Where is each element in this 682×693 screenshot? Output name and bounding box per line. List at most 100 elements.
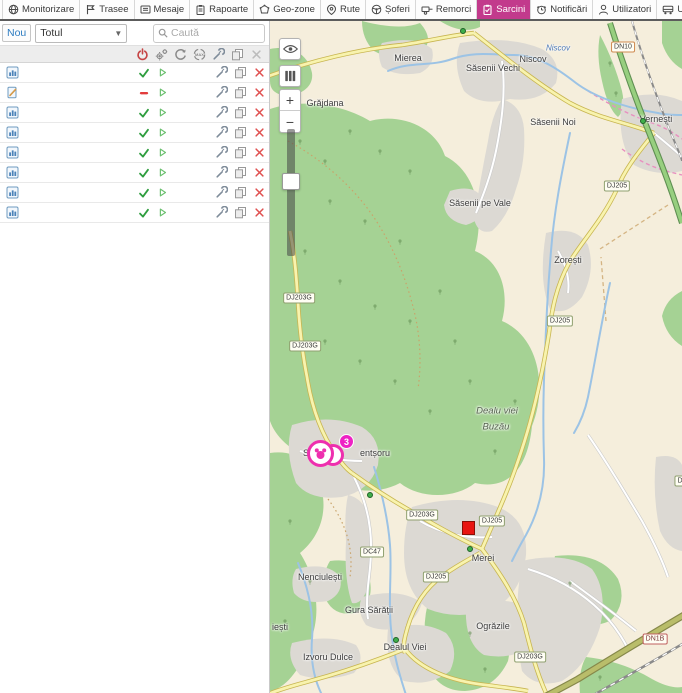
visibility-eye-button[interactable] xyxy=(279,38,301,60)
map-label-gra-jdana: Grăjdana xyxy=(306,98,343,108)
task-row[interactable] xyxy=(0,83,269,103)
duplicate-icon[interactable] xyxy=(231,86,250,99)
map-label-sa-senii-vechi: Săsenii Vechi xyxy=(466,63,520,73)
edit-wrench-icon[interactable] xyxy=(212,66,231,79)
nav-item-geo-zone[interactable]: Geo-zone xyxy=(253,0,320,19)
nav-item-label: Șoferi xyxy=(385,4,410,15)
duplicate-icon[interactable] xyxy=(231,146,250,159)
layers-button[interactable] xyxy=(279,65,301,87)
nav-item-rute[interactable]: Rute xyxy=(320,0,365,19)
edit-wrench-icon[interactable] xyxy=(212,146,231,159)
nav-item-sarcini[interactable]: Sarcini xyxy=(476,0,530,19)
execute-icon[interactable] xyxy=(153,167,172,178)
edit-wrench-icon[interactable] xyxy=(212,126,231,139)
nav-item-trasee[interactable]: Trasee xyxy=(79,0,133,19)
column-close-icon[interactable] xyxy=(247,49,266,60)
status-enabled-icon xyxy=(134,167,153,179)
delete-icon[interactable] xyxy=(250,207,269,218)
execute-icon[interactable] xyxy=(153,147,172,158)
task-row[interactable] xyxy=(0,103,269,123)
execute-icon[interactable] xyxy=(153,107,172,118)
execute-icon[interactable] xyxy=(153,127,172,138)
edit-wrench-icon[interactable] xyxy=(212,86,231,99)
delete-icon[interactable] xyxy=(250,127,269,138)
duplicate-icon[interactable] xyxy=(231,166,250,179)
report-chart-icon xyxy=(3,66,21,79)
status-enabled-icon xyxy=(134,67,153,79)
top-nav: TRACK MonitorizareTraseeMesajeRapoarteGe… xyxy=(0,0,682,21)
task-row[interactable] xyxy=(0,163,269,183)
execute-icon[interactable] xyxy=(153,207,172,218)
delete-icon[interactable] xyxy=(250,107,269,118)
task-row[interactable] xyxy=(0,123,269,143)
column-refresh-icon[interactable] xyxy=(171,48,190,61)
nav-item-rapoarte[interactable]: Rapoarte xyxy=(189,0,253,19)
road-badge-d: D xyxy=(674,476,682,487)
execute-icon[interactable] xyxy=(153,187,172,198)
duplicate-icon[interactable] xyxy=(231,126,250,139)
road-badge-dn1b: DN1B xyxy=(643,634,668,645)
task-row[interactable] xyxy=(0,143,269,163)
road-badge-dj203g: DJ203G xyxy=(406,510,438,521)
duplicate-icon[interactable] xyxy=(231,66,250,79)
search-box xyxy=(153,24,265,43)
app-root: TRACK MonitorizareTraseeMesajeRapoarteGe… xyxy=(0,0,682,693)
nav-item-unita-t-i[interactable]: Unități xyxy=(656,0,682,19)
alert-square-marker[interactable] xyxy=(462,521,475,535)
new-task-button[interactable]: Nou xyxy=(2,24,31,42)
map-label-sa-senii-noi: Săsenii Noi xyxy=(530,117,576,127)
column-wrench-icon[interactable] xyxy=(209,48,228,61)
nav-item-label: Mesaje xyxy=(154,4,185,15)
map-label-dealul-viei: Dealul Viei xyxy=(384,642,427,652)
edit-wrench-icon[interactable] xyxy=(212,106,231,119)
nav-item-notifica-ri[interactable]: Notificări xyxy=(530,0,592,19)
nav-item-utilizatori[interactable]: Utilizatori xyxy=(592,0,656,19)
nav-item-remorci[interactable]: Remorci xyxy=(415,0,476,19)
report-chart-icon xyxy=(3,146,21,159)
duplicate-icon[interactable] xyxy=(231,206,250,219)
edit-wrench-icon[interactable] xyxy=(212,186,231,199)
delete-icon[interactable] xyxy=(250,167,269,178)
edit-wrench-icon[interactable] xyxy=(212,166,231,179)
nav-item-s-oferi[interactable]: Șoferi xyxy=(365,0,415,19)
report-chart-icon xyxy=(3,186,21,199)
column-power-icon[interactable] xyxy=(133,48,152,61)
task-row[interactable] xyxy=(0,203,269,223)
status-enabled-icon xyxy=(134,207,153,219)
tasks-panel: Nou Totul ▼ MAX xyxy=(0,21,270,693)
unit-marker[interactable] xyxy=(307,440,334,467)
delete-icon[interactable] xyxy=(250,87,269,98)
delete-icon[interactable] xyxy=(250,147,269,158)
geofence-icon xyxy=(259,4,270,15)
truck-icon xyxy=(662,4,674,15)
nav-item-monitorizare[interactable]: Monitorizare xyxy=(2,0,79,19)
cluster-count-badge[interactable]: 3 xyxy=(339,434,354,449)
filter-select-value: Totul xyxy=(40,27,114,39)
nav-item-label: Sarcini xyxy=(496,4,525,15)
filter-select[interactable]: Totul ▼ xyxy=(35,24,127,43)
column-copy-icon[interactable] xyxy=(228,48,247,61)
column-gears-icon[interactable] xyxy=(152,48,171,61)
column-max-icon[interactable]: MAX xyxy=(190,48,209,61)
edit-wrench-icon[interactable] xyxy=(212,206,231,219)
duplicate-icon[interactable] xyxy=(231,186,250,199)
poi-dot xyxy=(367,492,373,498)
delete-icon[interactable] xyxy=(250,187,269,198)
zoom-in-button[interactable]: + xyxy=(280,90,300,111)
report-chart-icon xyxy=(3,206,21,219)
tasks-table-header: MAX xyxy=(0,46,269,63)
svg-text:MAX: MAX xyxy=(195,52,204,57)
task-row[interactable] xyxy=(0,63,269,83)
map-container[interactable]: MiereaSăsenii VechiNiscovNiscovSăsenii N… xyxy=(270,21,682,693)
delete-icon[interactable] xyxy=(250,67,269,78)
duplicate-icon[interactable] xyxy=(231,106,250,119)
task-row[interactable] xyxy=(0,183,269,203)
timeline-slider-track[interactable] xyxy=(287,129,295,256)
execute-icon[interactable] xyxy=(153,67,172,78)
nav-item-label: Monitorizare xyxy=(22,4,74,15)
eye-icon xyxy=(283,44,298,54)
timeline-slider-handle[interactable] xyxy=(282,173,300,190)
execute-icon[interactable] xyxy=(153,87,172,98)
nav-item-mesaje[interactable]: Mesaje xyxy=(134,0,190,19)
search-input[interactable] xyxy=(171,27,260,39)
